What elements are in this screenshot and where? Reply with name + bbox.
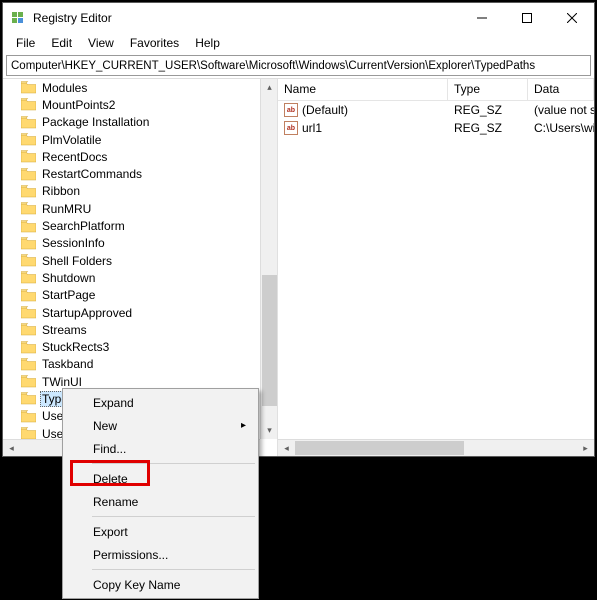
string-value-icon: ab [284,103,298,117]
menu-favorites[interactable]: Favorites [123,35,186,51]
tree-item-label: SearchPlatform [40,219,127,233]
tree-item-label: Streams [40,323,89,337]
ctx-rename[interactable]: Rename [65,490,256,513]
value-type: REG_SZ [448,102,528,118]
window-controls [459,3,594,33]
list-pane: Name Type Data ab (Default) REG_SZ(value n… [278,79,594,456]
tree-item-label: Taskband [40,357,95,371]
tree-vscroll[interactable]: ▴ ▾ [260,79,277,439]
list-hscroll[interactable]: ◂ ▸ [278,439,594,456]
tree-item[interactable]: Modules [3,79,277,96]
list-body: ab (Default) REG_SZ(value not set) ab url1 RE… [278,101,594,137]
tree-item-label: RestartCommands [40,167,144,181]
address-bar[interactable]: Computer\HKEY_CURRENT_USER\Software\Micr… [6,55,591,76]
close-button[interactable] [549,3,594,33]
ctx-copy-key-name[interactable]: Copy Key Name [65,573,256,596]
menubar: File Edit View Favorites Help [3,33,594,53]
menu-file[interactable]: File [9,35,42,51]
value-type: REG_SZ [448,120,528,136]
tree-item-label: RunMRU [40,202,93,216]
minimize-button[interactable] [459,3,504,33]
tree-item-label: SessionInfo [40,236,107,250]
tree-item[interactable]: PlmVolatile [3,131,277,148]
value-data: C:\Users\winaero [528,120,594,136]
ctx-permissions[interactable]: Permissions... [65,543,256,566]
tree-item[interactable]: MountPoints2 [3,96,277,113]
list-hscroll-thumb[interactable] [295,441,464,455]
tree-item[interactable]: StuckRects3 [3,338,277,355]
menu-help[interactable]: Help [188,35,227,51]
ctx-delete[interactable]: Delete [65,467,256,490]
tree-item-label: StartPage [40,288,97,302]
ctx-separator [92,463,255,464]
tree-item-label: Package Installation [40,115,151,129]
app-icon [11,10,27,26]
value-name: (Default) [302,103,348,117]
tree-item[interactable]: StartPage [3,287,277,304]
scroll-up-button[interactable]: ▴ [261,79,278,96]
menu-edit[interactable]: Edit [44,35,79,51]
tree-item[interactable]: Shutdown [3,269,277,286]
tree-item-label: StuckRects3 [40,340,111,354]
tree-item-label: Ribbon [40,184,82,198]
tree-item-label: Modules [40,81,89,95]
titlebar[interactable]: Registry Editor [3,3,594,33]
string-value-icon: ab [284,121,298,135]
tree-item[interactable]: Streams [3,321,277,338]
list-row[interactable]: ab url1 REG_SZC:\Users\winaero [278,119,594,137]
tree-item-label: PlmVolatile [40,133,103,147]
column-header-name[interactable]: Name [278,79,448,100]
scroll-down-button[interactable]: ▾ [261,422,278,439]
list-header: Name Type Data [278,79,594,101]
ctx-find[interactable]: Find... [65,437,256,460]
tree-item-label: Shell Folders [40,254,114,268]
tree-item[interactable]: Package Installation [3,114,277,131]
ctx-export[interactable]: Export [65,520,256,543]
tree-item[interactable]: SessionInfo [3,235,277,252]
tree-item-label: RecentDocs [40,150,109,164]
tree-item[interactable]: RecentDocs [3,148,277,165]
tree-item-label: TWinUI [40,375,84,389]
list-scroll-right-button[interactable]: ▸ [577,440,594,456]
tree-item-label: MountPoints2 [40,98,117,112]
ctx-new[interactable]: New▸ [65,414,256,437]
tree-item[interactable]: RestartCommands [3,165,277,182]
menu-view[interactable]: View [81,35,121,51]
value-name: url1 [302,121,322,135]
context-menu: Expand New▸ Find... Delete Rename Export… [62,388,259,599]
tree-item-label: Shutdown [40,271,97,285]
list-scroll-left-button[interactable]: ◂ [278,440,295,456]
tree-item[interactable]: Shell Folders [3,252,277,269]
tree-item[interactable]: SearchPlatform [3,217,277,234]
tree-item[interactable]: Ribbon [3,183,277,200]
scroll-left-button[interactable]: ◂ [3,440,20,457]
value-data: (value not set) [528,102,594,118]
submenu-arrow-icon: ▸ [241,420,246,431]
tree-item-label: StartupApproved [40,306,134,320]
column-header-data[interactable]: Data [528,79,594,100]
tree-item[interactable]: RunMRU [3,200,277,217]
column-header-type[interactable]: Type [448,79,528,100]
ctx-separator [92,569,255,570]
vscroll-thumb[interactable] [262,275,277,405]
ctx-expand[interactable]: Expand [65,391,256,414]
tree-item[interactable]: Taskband [3,356,277,373]
ctx-separator [92,516,255,517]
window-title: Registry Editor [33,11,459,25]
tree-item[interactable]: StartupApproved [3,304,277,321]
list-row[interactable]: ab (Default) REG_SZ(value not set) [278,101,594,119]
maximize-button[interactable] [504,3,549,33]
address-path: Computer\HKEY_CURRENT_USER\Software\Micr… [11,60,535,72]
